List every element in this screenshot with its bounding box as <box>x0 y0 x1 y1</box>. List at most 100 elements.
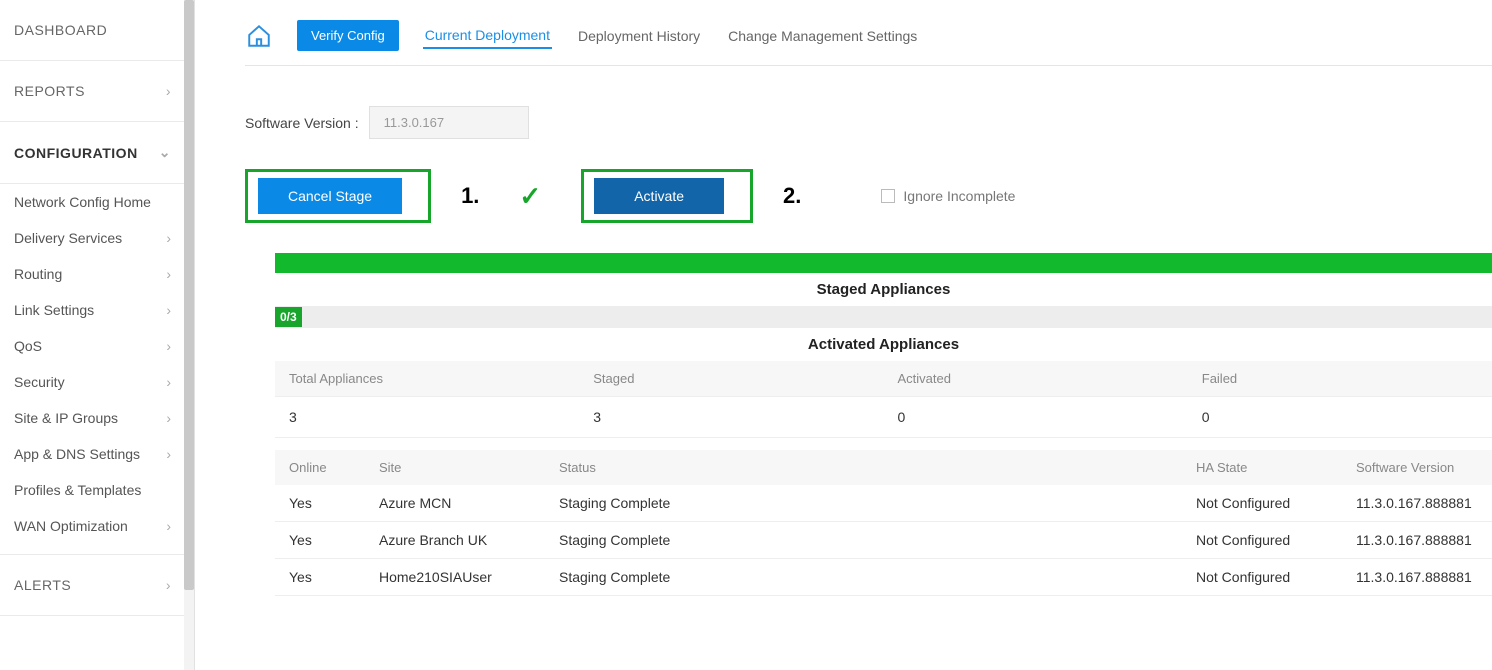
summary-staged: 3 <box>579 397 883 438</box>
chevron-right-icon: › <box>166 302 171 318</box>
sidebar-item-qos[interactable]: QoS › <box>0 328 185 364</box>
software-version-row: Software Version : <box>245 106 1492 139</box>
sidebar: DASHBOARD REPORTS › CONFIGURATION ⌄ Netw… <box>0 0 195 670</box>
chevron-right-icon: › <box>166 338 171 354</box>
summary-row: 3 3 0 0 <box>275 397 1492 438</box>
home-icon[interactable] <box>245 22 273 50</box>
main-content: Verify Config Current Deployment Deploym… <box>195 0 1492 670</box>
sidebar-alerts[interactable]: ALERTS › <box>0 554 185 616</box>
sidebar-item-label: Security <box>14 374 65 390</box>
sidebar-item-label: Routing <box>14 266 62 282</box>
marker-label-2: 2. <box>783 183 801 209</box>
cell-site: Azure Branch UK <box>365 522 545 559</box>
col-header-ha: HA State <box>1182 450 1342 485</box>
col-header-sw: Software Version <box>1342 450 1492 485</box>
staged-progress-bar <box>275 253 1492 273</box>
checkmark-icon: ✓ <box>519 181 541 212</box>
cell-site: Azure MCN <box>365 485 545 522</box>
summary-header-total: Total Appliances <box>275 361 579 397</box>
tab-deployment-history[interactable]: Deployment History <box>576 24 702 48</box>
table-row: Yes Azure Branch UK Staging Complete Not… <box>275 522 1492 559</box>
sidebar-item-site-ip-groups[interactable]: Site & IP Groups › <box>0 400 185 436</box>
chevron-right-icon: › <box>166 266 171 282</box>
action-row: Cancel Stage 1. ✓ Activate 2. Ignore Inc… <box>245 169 1492 223</box>
software-version-label: Software Version : <box>245 115 359 131</box>
cell-status: Staging Complete <box>545 522 1182 559</box>
sidebar-item-label: Profiles & Templates <box>14 482 141 498</box>
sidebar-item-wan-optimization[interactable]: WAN Optimization › <box>0 508 185 544</box>
sidebar-item-delivery-services[interactable]: Delivery Services › <box>0 220 185 256</box>
col-header-online: Online <box>275 450 365 485</box>
marker-box-1: Cancel Stage <box>245 169 431 223</box>
sidebar-item-routing[interactable]: Routing › <box>0 256 185 292</box>
scrollbar-thumb[interactable] <box>184 0 194 590</box>
activated-appliances-header: Activated Appliances <box>275 328 1492 361</box>
col-header-site: Site <box>365 450 545 485</box>
sidebar-item-app-dns-settings[interactable]: App & DNS Settings › <box>0 436 185 472</box>
summary-table: Total Appliances Staged Activated Failed… <box>275 361 1492 438</box>
cell-sw: 11.3.0.167.888881 <box>1342 485 1492 522</box>
cell-online: Yes <box>275 559 365 596</box>
marker-label-1: 1. <box>461 183 479 209</box>
sidebar-item-label: WAN Optimization <box>14 518 128 534</box>
cell-status: Staging Complete <box>545 485 1182 522</box>
chevron-right-icon: › <box>166 577 171 593</box>
cell-ha: Not Configured <box>1182 559 1342 596</box>
sidebar-item-label: App & DNS Settings <box>14 446 140 462</box>
chevron-right-icon: › <box>166 83 171 99</box>
sidebar-item-label: Site & IP Groups <box>14 410 118 426</box>
staged-appliances-header: Staged Appliances <box>275 273 1492 306</box>
tab-change-mgmt-settings[interactable]: Change Management Settings <box>726 24 919 48</box>
cell-site: Home210SIAUser <box>365 559 545 596</box>
cell-online: Yes <box>275 485 365 522</box>
tabs-row: Verify Config Current Deployment Deploym… <box>245 20 1492 66</box>
summary-total: 3 <box>275 397 579 438</box>
sidebar-reports-label: REPORTS <box>14 83 85 99</box>
cell-sw: 11.3.0.167.888881 <box>1342 522 1492 559</box>
chevron-right-icon: › <box>166 374 171 390</box>
verify-config-button[interactable]: Verify Config <box>297 20 399 51</box>
chevron-right-icon: › <box>166 410 171 426</box>
sidebar-dashboard-label: DASHBOARD <box>14 22 107 38</box>
sidebar-item-label: Link Settings <box>14 302 94 318</box>
cell-ha: Not Configured <box>1182 522 1342 559</box>
summary-failed: 0 <box>1188 397 1492 438</box>
cell-status: Staging Complete <box>545 559 1182 596</box>
summary-header-staged: Staged <box>579 361 883 397</box>
chevron-down-icon: ⌄ <box>159 144 171 161</box>
sidebar-item-profiles-templates[interactable]: Profiles & Templates <box>0 472 185 508</box>
sidebar-item-label: QoS <box>14 338 42 354</box>
ignore-incomplete-label: Ignore Incomplete <box>903 188 1015 204</box>
col-header-status: Status <box>545 450 1182 485</box>
chevron-right-icon: › <box>166 518 171 534</box>
summary-header-activated: Activated <box>884 361 1188 397</box>
summary-header-failed: Failed <box>1188 361 1492 397</box>
table-row: Yes Azure MCN Staging Complete Not Confi… <box>275 485 1492 522</box>
cell-online: Yes <box>275 522 365 559</box>
cell-sw: 11.3.0.167.888881 <box>1342 559 1492 596</box>
sidebar-item-label: Delivery Services <box>14 230 122 246</box>
cell-ha: Not Configured <box>1182 485 1342 522</box>
ignore-incomplete-checkbox[interactable] <box>881 189 895 203</box>
sidebar-configuration[interactable]: CONFIGURATION ⌄ <box>0 122 185 184</box>
sidebar-alerts-label: ALERTS <box>14 577 71 593</box>
sidebar-item-network-config-home[interactable]: Network Config Home <box>0 184 185 220</box>
cancel-stage-button[interactable]: Cancel Stage <box>258 178 402 214</box>
activated-progress-badge: 0/3 <box>275 307 302 327</box>
table-row: Yes Home210SIAUser Staging Complete Not … <box>275 559 1492 596</box>
appliances-table: Online Site Status HA State Software Ver… <box>275 450 1492 596</box>
sidebar-reports[interactable]: REPORTS › <box>0 61 185 122</box>
sidebar-dashboard[interactable]: DASHBOARD <box>0 0 185 61</box>
marker-box-2: Activate <box>581 169 753 223</box>
chevron-right-icon: › <box>166 446 171 462</box>
summary-activated: 0 <box>884 397 1188 438</box>
sidebar-item-security[interactable]: Security › <box>0 364 185 400</box>
sidebar-item-link-settings[interactable]: Link Settings › <box>0 292 185 328</box>
sidebar-item-label: Network Config Home <box>14 194 151 210</box>
ignore-incomplete-row: Ignore Incomplete <box>881 188 1015 204</box>
software-version-input[interactable] <box>369 106 529 139</box>
tab-current-deployment[interactable]: Current Deployment <box>423 23 552 49</box>
activate-button[interactable]: Activate <box>594 178 724 214</box>
activated-progress-bar: 0/3 <box>275 306 1492 328</box>
sidebar-configuration-label: CONFIGURATION <box>14 145 138 161</box>
